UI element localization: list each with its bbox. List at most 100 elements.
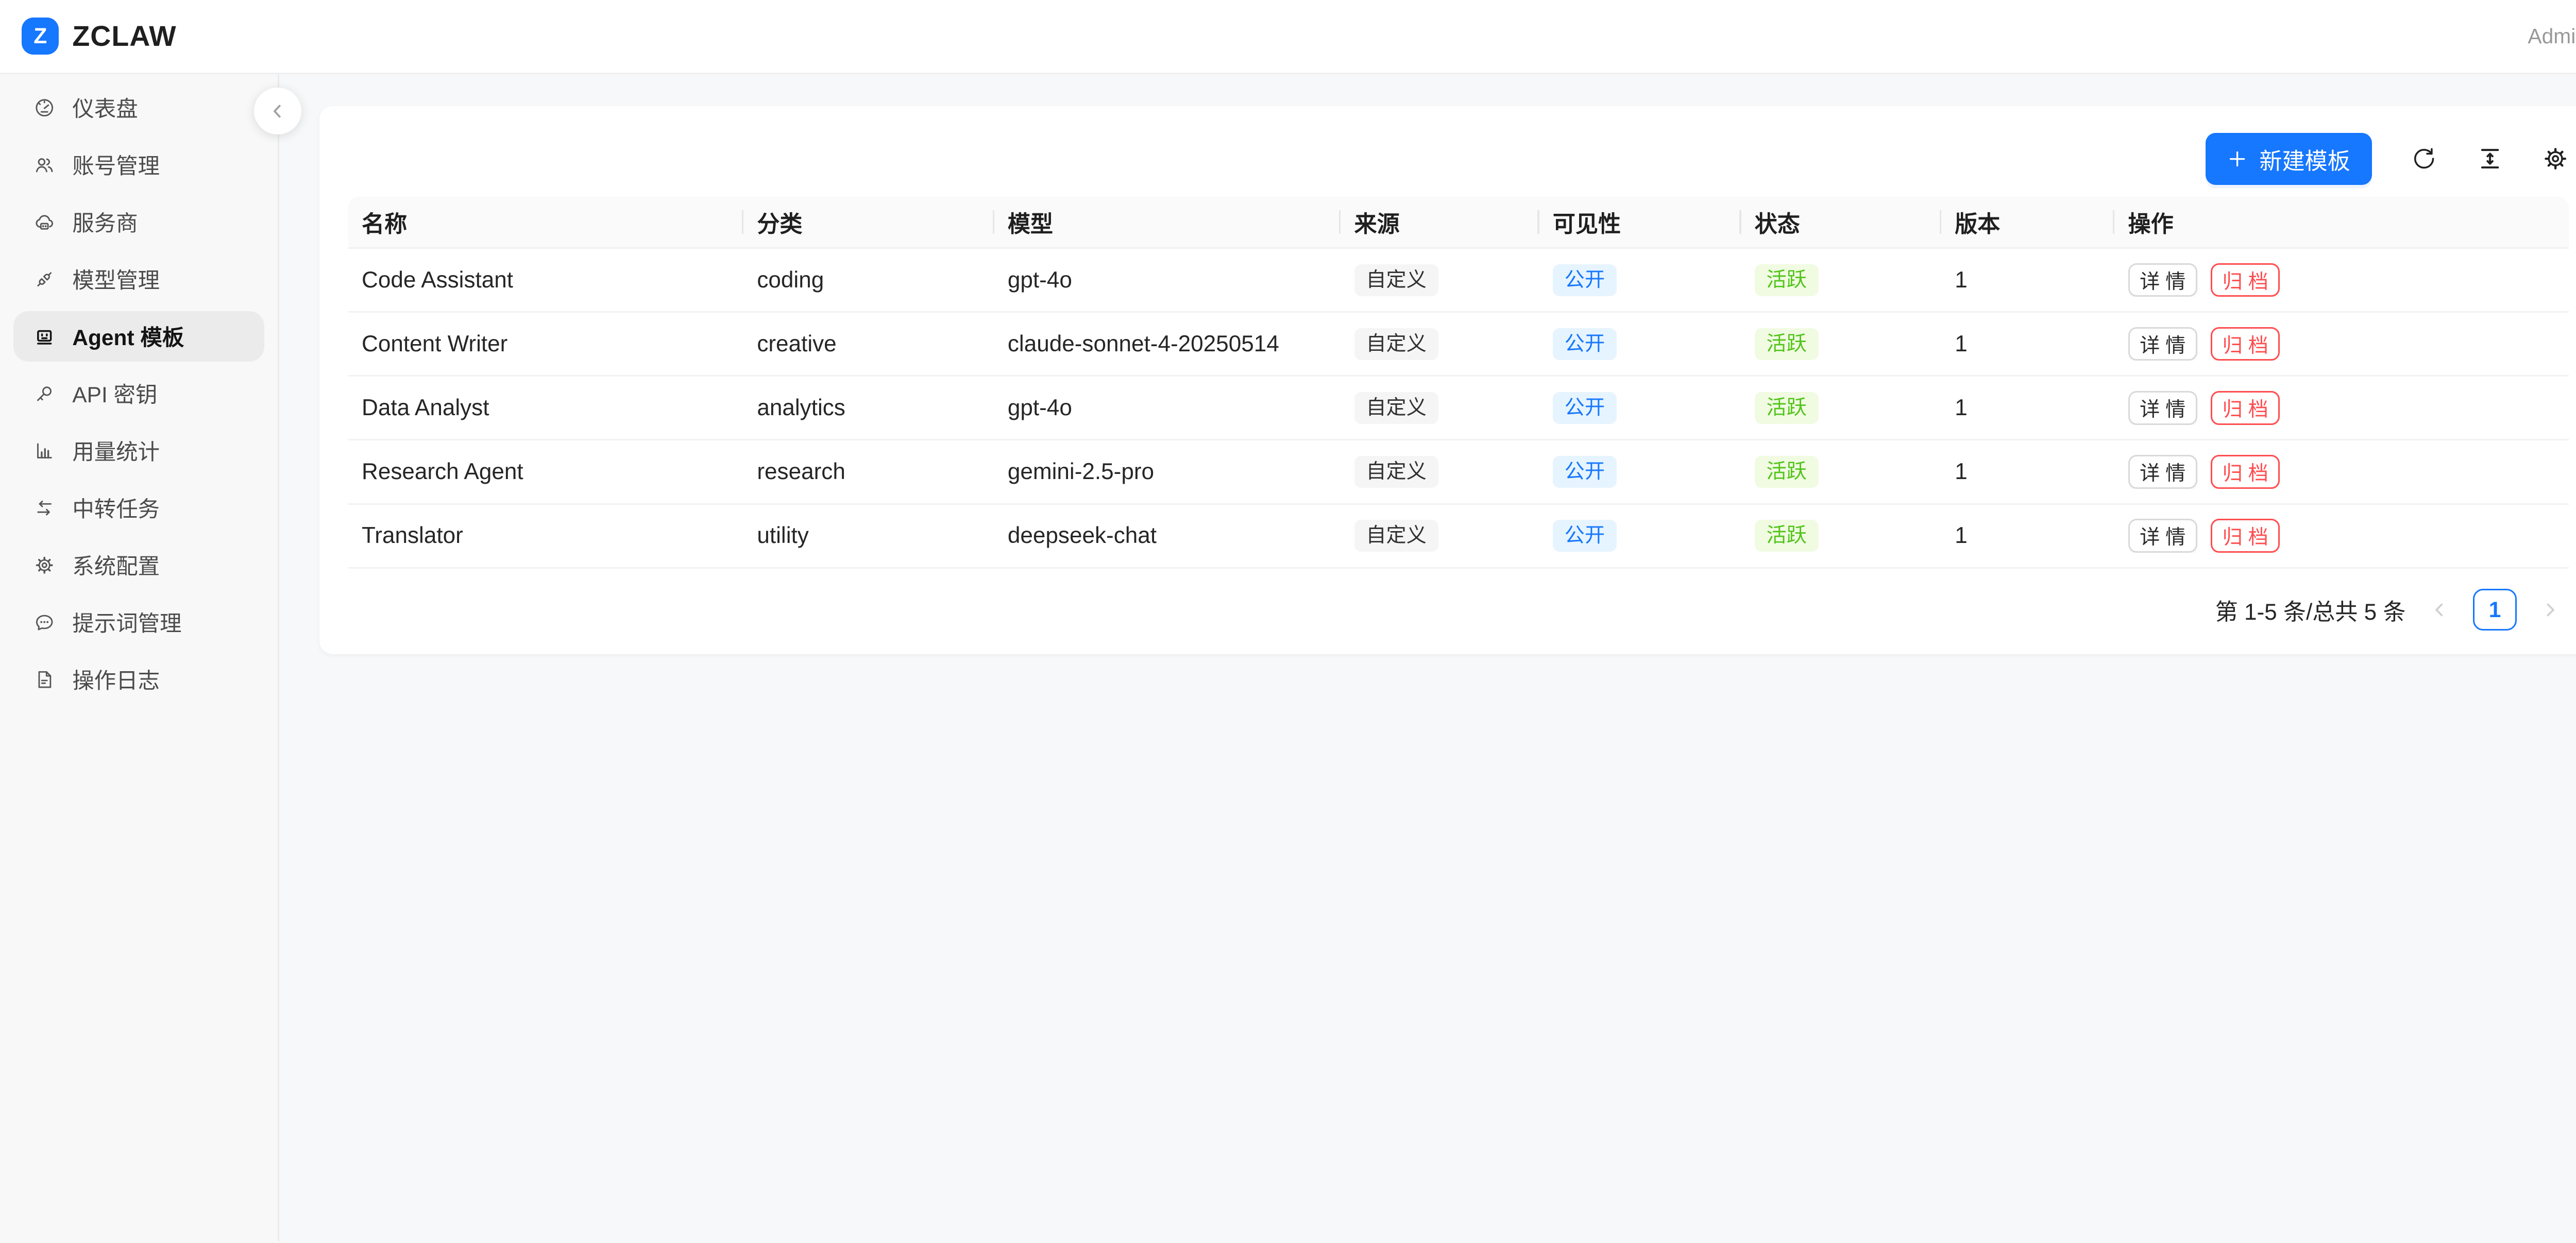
table-row: Code Assistant coding gpt-4o 自定义 公开 活跃 1… xyxy=(348,249,2569,313)
detail-button[interactable]: 详 情 xyxy=(2128,455,2197,488)
detail-button[interactable]: 详 情 xyxy=(2128,519,2197,552)
archive-button[interactable]: 归 档 xyxy=(2211,391,2280,424)
cell-actions: 详 情 归 档 xyxy=(2114,263,2569,297)
templates-table: 名称分类模型来源可见性状态版本操作 Code Assistant coding … xyxy=(348,197,2569,569)
detail-button[interactable]: 详 情 xyxy=(2128,391,2197,424)
cell-visibility: 公开 xyxy=(1539,264,1741,296)
swap-icon xyxy=(33,497,55,519)
column-header: 可见性 xyxy=(1539,197,1741,247)
sidebar-item-api-keys[interactable]: API 密钥 xyxy=(13,368,264,419)
sidebar-item-operation-logs[interactable]: 操作日志 xyxy=(13,654,264,705)
cell-version: 1 xyxy=(1941,523,2114,549)
cell-model: gemini-2.5-pro xyxy=(994,459,1341,485)
cell-version: 1 xyxy=(1941,395,2114,421)
cell-visibility: 公开 xyxy=(1539,520,1741,552)
visibility-tag: 公开 xyxy=(1553,392,1617,424)
cell-actions: 详 情 归 档 xyxy=(2114,327,2569,361)
main-content: 新建模板 名称分类模型来源可见性状态版本操作 Code Assistant co… xyxy=(279,74,2576,1241)
cell-actions: 详 情 归 档 xyxy=(2114,519,2569,552)
cell-actions: 详 情 归 档 xyxy=(2114,455,2569,488)
sidebar-item-models[interactable]: 模型管理 xyxy=(13,254,264,304)
message-icon xyxy=(33,611,55,633)
column-settings-gear-icon[interactable] xyxy=(2542,145,2569,172)
archive-button[interactable]: 归 档 xyxy=(2211,519,2280,552)
key-icon xyxy=(33,383,55,404)
archive-button[interactable]: 归 档 xyxy=(2211,263,2280,297)
table-row: Data Analyst analytics gpt-4o 自定义 公开 活跃 … xyxy=(348,377,2569,440)
column-header: 来源 xyxy=(1341,197,1539,247)
detail-button[interactable]: 详 情 xyxy=(2128,263,2197,297)
cell-model: claude-sonnet-4-20250514 xyxy=(994,331,1341,357)
new-template-button[interactable]: 新建模板 xyxy=(2206,133,2372,185)
cell-name: Code Assistant xyxy=(348,267,743,293)
cell-status: 活跃 xyxy=(1741,328,1942,360)
cell-name: Research Agent xyxy=(348,459,743,485)
sidebar-item-providers[interactable]: 服务商 xyxy=(13,197,264,247)
cell-source: 自定义 xyxy=(1341,456,1539,488)
source-tag: 自定义 xyxy=(1354,328,1438,360)
pagination-page-1[interactable]: 1 xyxy=(2473,589,2517,631)
brand: Z ZCLAW xyxy=(22,18,176,55)
cell-name: Data Analyst xyxy=(348,395,743,421)
status-tag: 活跃 xyxy=(1755,392,1819,424)
cell-model: gpt-4o xyxy=(994,395,1341,421)
status-tag: 活跃 xyxy=(1755,456,1819,488)
archive-button[interactable]: 归 档 xyxy=(2211,455,2280,488)
column-header: 状态 xyxy=(1741,197,1942,247)
cell-source: 自定义 xyxy=(1341,328,1539,360)
cell-category: coding xyxy=(743,267,994,293)
pagination-next-button[interactable] xyxy=(2532,589,2569,629)
cell-status: 活跃 xyxy=(1741,456,1942,488)
column-header: 版本 xyxy=(1941,197,2114,247)
sidebar-item-accounts[interactable]: 账号管理 xyxy=(13,140,264,190)
cell-category: analytics xyxy=(743,395,994,421)
cell-version: 1 xyxy=(1941,459,2114,485)
pagination-summary: 第 1-5 条/总共 5 条 xyxy=(2215,593,2406,626)
cell-category: research xyxy=(743,459,994,485)
table-header-row: 名称分类模型来源可见性状态版本操作 xyxy=(348,197,2569,249)
sidebar-collapse-button[interactable] xyxy=(254,88,301,134)
sidebar-item-relay-tasks[interactable]: 中转任务 xyxy=(13,483,264,533)
table-toolbar: 新建模板 xyxy=(348,133,2569,185)
column-header: 分类 xyxy=(743,197,994,247)
cell-category: utility xyxy=(743,523,994,549)
sidebar-item-usage-stats[interactable]: 用量统计 xyxy=(13,425,264,476)
table-row: Research Agent research gemini-2.5-pro 自… xyxy=(348,440,2569,504)
cell-name: Content Writer xyxy=(348,331,743,357)
user-menu[interactable]: Admin xyxy=(2528,24,2576,48)
density-icon[interactable] xyxy=(2477,145,2503,172)
robot-icon xyxy=(33,326,55,347)
visibility-tag: 公开 xyxy=(1553,264,1617,296)
team-icon xyxy=(33,154,55,176)
sidebar-item-agent-templates[interactable]: Agent 模板 xyxy=(13,311,264,362)
brand-logo-icon: Z xyxy=(22,18,59,55)
cell-actions: 详 情 归 档 xyxy=(2114,391,2569,424)
source-tag: 自定义 xyxy=(1354,456,1438,488)
detail-button[interactable]: 详 情 xyxy=(2128,327,2197,361)
refresh-icon[interactable] xyxy=(2411,145,2437,172)
cell-source: 自定义 xyxy=(1341,264,1539,296)
cell-version: 1 xyxy=(1941,267,2114,293)
status-tag: 活跃 xyxy=(1755,264,1819,296)
templates-card: 新建模板 名称分类模型来源可见性状态版本操作 Code Assistant co… xyxy=(319,106,2576,654)
visibility-tag: 公开 xyxy=(1553,328,1617,360)
archive-button[interactable]: 归 档 xyxy=(2211,327,2280,361)
cell-source: 自定义 xyxy=(1341,392,1539,424)
sidebar-item-prompts[interactable]: 提示词管理 xyxy=(13,597,264,648)
cell-category: creative xyxy=(743,331,994,357)
table-row: Translator utility deepseek-chat 自定义 公开 … xyxy=(348,505,2569,569)
cell-visibility: 公开 xyxy=(1539,328,1741,360)
top-bar: Z ZCLAW Admin xyxy=(0,0,2576,74)
cell-version: 1 xyxy=(1941,331,2114,357)
sidebar-item-system-config[interactable]: 系统配置 xyxy=(13,540,264,590)
chevron-left-icon xyxy=(2430,601,2449,619)
bar-chart-icon xyxy=(33,440,55,462)
pagination: 第 1-5 条/总共 5 条 1 xyxy=(348,589,2569,631)
sidebar-item-dashboard[interactable]: 仪表盘 xyxy=(13,82,264,133)
status-tag: 活跃 xyxy=(1755,520,1819,552)
brand-name: ZCLAW xyxy=(72,20,176,53)
dashboard-icon xyxy=(33,97,55,118)
table-row: Content Writer creative claude-sonnet-4-… xyxy=(348,313,2569,377)
pagination-prev-button[interactable] xyxy=(2421,589,2458,629)
source-tag: 自定义 xyxy=(1354,264,1438,296)
